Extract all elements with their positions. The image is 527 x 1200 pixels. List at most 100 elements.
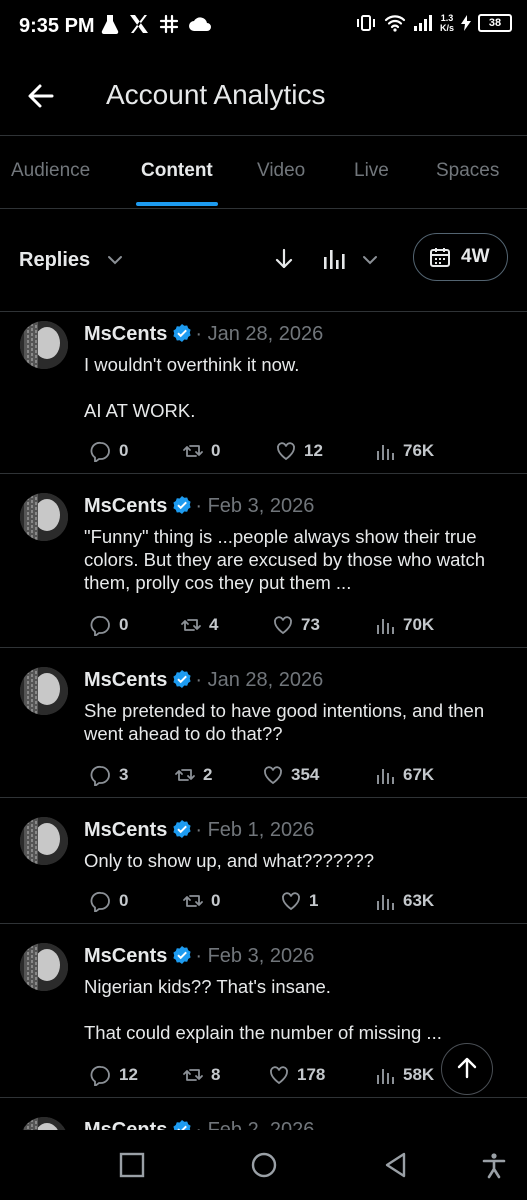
avatar[interactable]: [20, 321, 68, 369]
hashtag-app-icon: [159, 14, 179, 34]
repost-icon: [175, 769, 195, 781]
tab-video[interactable]: Video: [257, 160, 305, 182]
avatar[interactable]: [20, 493, 68, 541]
views-icon: [377, 769, 394, 784]
back-arrow-icon: [28, 84, 54, 108]
repost-count[interactable]: 4: [180, 614, 218, 636]
post-type-dropdown[interactable]: Replies: [19, 249, 90, 272]
repost-count[interactable]: 2: [174, 764, 212, 786]
battery-indicator: 38: [478, 14, 512, 32]
reply-icon: [90, 891, 110, 912]
impressions-metric-icon[interactable]: [321, 247, 347, 271]
post-list: MsCents · Jan 28, 2026 I wouldn't overthi…: [0, 312, 527, 1130]
views-icon: [377, 619, 394, 634]
author-name: MsCents: [84, 1119, 168, 1130]
post-date: · Feb 3, 2026: [195, 945, 315, 967]
tab-content[interactable]: Content: [141, 160, 213, 182]
view-count[interactable]: 67K: [374, 764, 434, 786]
verified-badge-icon: [173, 670, 191, 688]
reply-count[interactable]: 12: [90, 1064, 138, 1086]
post-date: · Feb 1, 2026: [195, 819, 315, 841]
page-title: Account Analytics: [106, 79, 326, 110]
like-count[interactable]: 354: [262, 764, 319, 786]
like-count[interactable]: 12: [275, 440, 323, 462]
post-item[interactable]: MsCents · Jan 28, 2026 She pretended to h…: [0, 648, 527, 798]
tab-spaces[interactable]: Spaces: [436, 160, 499, 182]
repost-icon: [183, 445, 203, 457]
signal-icon: [413, 15, 432, 31]
author-name: MsCents: [84, 669, 168, 691]
post-text: "Funny" thing is ...people always show t…: [84, 526, 486, 593]
network-speed: 1.3 K/s: [439, 13, 454, 33]
repost-icon: [183, 1069, 203, 1081]
repost-count[interactable]: 0: [182, 890, 220, 912]
post-text: Nigerian kids?? That's insane. That coul…: [84, 976, 442, 1043]
reply-count[interactable]: 0: [90, 614, 128, 636]
app-header: Account Analytics: [0, 55, 527, 136]
date-range-label: 4W: [461, 246, 490, 267]
like-count[interactable]: 178: [268, 1064, 325, 1086]
post-metrics: 0 0 1 63K: [90, 890, 510, 914]
post-metrics: 0 4 73 70K: [90, 614, 510, 638]
reply-icon: [90, 615, 110, 636]
x-logo-icon: [130, 15, 148, 33]
tab-bar: Audience Content Video Live Spaces: [0, 136, 527, 209]
metric-chevron-down-icon[interactable]: [361, 251, 379, 269]
back-button[interactable]: [26, 81, 56, 111]
view-count[interactable]: 58K: [374, 1064, 434, 1086]
post-date: · Jan 28, 2026: [195, 323, 324, 345]
repost-icon: [183, 895, 203, 907]
recent-apps-icon[interactable]: [118, 1151, 146, 1179]
verified-badge-icon: [173, 496, 191, 514]
like-count[interactable]: 73: [272, 614, 320, 636]
author-name: MsCents: [84, 945, 168, 967]
post-text: Only to show up, and what???????: [84, 850, 375, 871]
verified-badge-icon: [173, 324, 191, 342]
author-name: MsCents: [84, 819, 168, 841]
view-count[interactable]: 70K: [374, 614, 434, 636]
reply-count[interactable]: 0: [90, 440, 128, 462]
repost-count[interactable]: 8: [182, 1064, 220, 1086]
tab-live[interactable]: Live: [354, 160, 389, 182]
heart-icon: [264, 766, 282, 785]
tab-audience[interactable]: Audience: [11, 160, 90, 182]
post-item[interactable]: MsCents · Feb 3, 2026 "Funny" thing is ..…: [0, 474, 527, 648]
views-icon: [377, 1069, 394, 1084]
wifi-icon: [384, 15, 406, 32]
author-name: MsCents: [84, 323, 168, 345]
post-item[interactable]: MsCents · Feb 2, 2026: [0, 1098, 527, 1130]
post-item[interactable]: MsCents · Jan 28, 2026 I wouldn't overthi…: [0, 312, 527, 474]
flask-icon: [101, 15, 119, 35]
repost-count[interactable]: 0: [182, 440, 220, 462]
post-metrics: 0 0 12 76K: [90, 440, 510, 464]
status-time: 9:35 PM: [19, 15, 95, 37]
avatar[interactable]: [20, 943, 68, 991]
post-item[interactable]: MsCents · Feb 1, 2026 Only to show up, an…: [0, 798, 527, 924]
reply-icon: [90, 441, 110, 462]
view-count[interactable]: 76K: [374, 440, 434, 462]
avatar[interactable]: [20, 667, 68, 715]
home-icon[interactable]: [250, 1151, 278, 1179]
post-metrics: 3 2 354 67K: [90, 764, 510, 788]
views-icon: [377, 445, 394, 460]
reply-count[interactable]: 0: [90, 890, 128, 912]
view-count[interactable]: 63K: [374, 890, 434, 912]
scroll-to-top-button[interactable]: [441, 1043, 493, 1095]
reply-count[interactable]: 3: [90, 764, 128, 786]
avatar[interactable]: [20, 1117, 68, 1130]
sort-descending-icon[interactable]: [273, 247, 295, 271]
post-date: · Jan 28, 2026: [195, 669, 324, 691]
back-triangle-icon[interactable]: [382, 1151, 410, 1179]
like-count[interactable]: 1: [280, 890, 318, 912]
cloud-icon: [189, 17, 211, 31]
date-range-button[interactable]: 4W: [413, 233, 508, 281]
calendar-icon: [430, 248, 450, 267]
avatar[interactable]: [20, 817, 68, 865]
system-navigation-bar: [0, 1131, 527, 1200]
chevron-down-icon[interactable]: [106, 251, 124, 269]
active-tab-indicator: [136, 202, 218, 206]
accessibility-icon[interactable]: [480, 1151, 508, 1179]
repost-icon: [181, 619, 201, 631]
author-name: MsCents: [84, 495, 168, 517]
reply-icon: [90, 765, 110, 786]
